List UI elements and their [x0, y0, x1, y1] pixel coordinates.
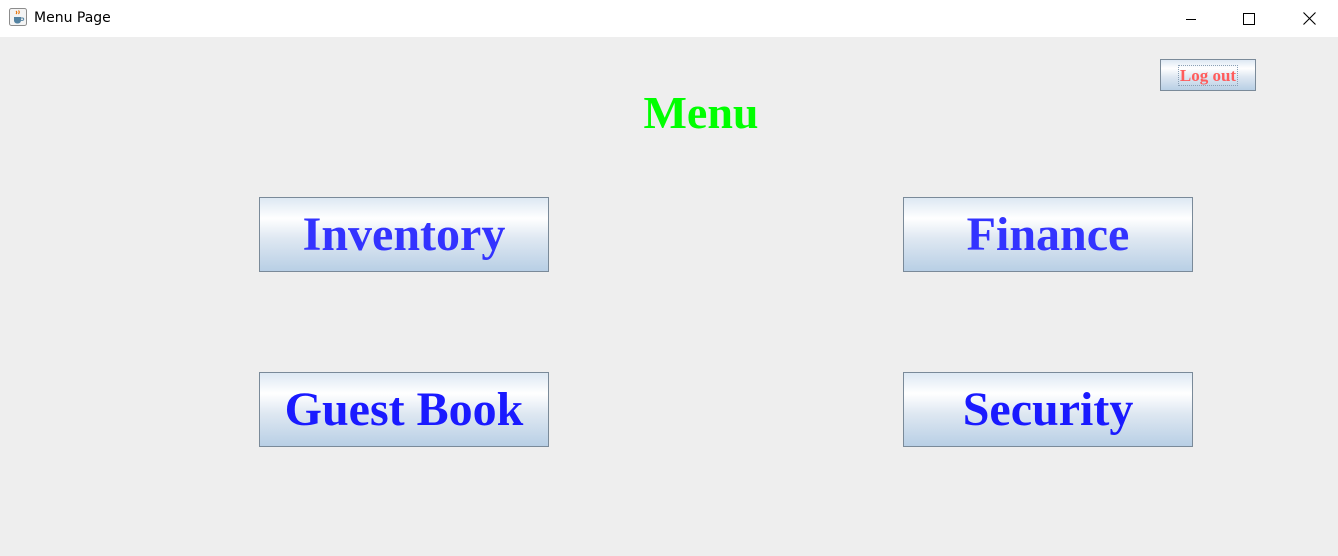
- inventory-label: Inventory: [302, 208, 506, 261]
- logout-label: Log out: [1177, 64, 1239, 86]
- guest-book-button[interactable]: Guest Book: [259, 372, 549, 447]
- close-icon: [1302, 12, 1316, 25]
- finance-label: Finance: [966, 208, 1130, 261]
- minimize-button[interactable]: [1162, 0, 1220, 37]
- guest-book-label: Guest Book: [284, 383, 524, 436]
- security-label: Security: [962, 383, 1134, 436]
- maximize-button[interactable]: [1220, 0, 1278, 37]
- window-title: Menu Page: [34, 10, 111, 26]
- content-panel: Menu Log out Inventory Finance Guest Boo…: [0, 37, 1338, 556]
- minimize-icon: [1185, 13, 1197, 25]
- logout-button[interactable]: Log out: [1160, 59, 1256, 91]
- menu-page-window: Menu Page Menu Log out Inventory Finance: [0, 0, 1338, 556]
- java-cup-icon: [9, 8, 27, 26]
- title-bar[interactable]: Menu Page: [0, 0, 1338, 37]
- inventory-button[interactable]: Inventory: [259, 197, 549, 272]
- close-button[interactable]: [1280, 0, 1338, 37]
- finance-button[interactable]: Finance: [903, 197, 1193, 272]
- maximize-icon: [1243, 12, 1255, 25]
- security-button[interactable]: Security: [903, 372, 1193, 447]
- page-title: Menu: [643, 87, 759, 138]
